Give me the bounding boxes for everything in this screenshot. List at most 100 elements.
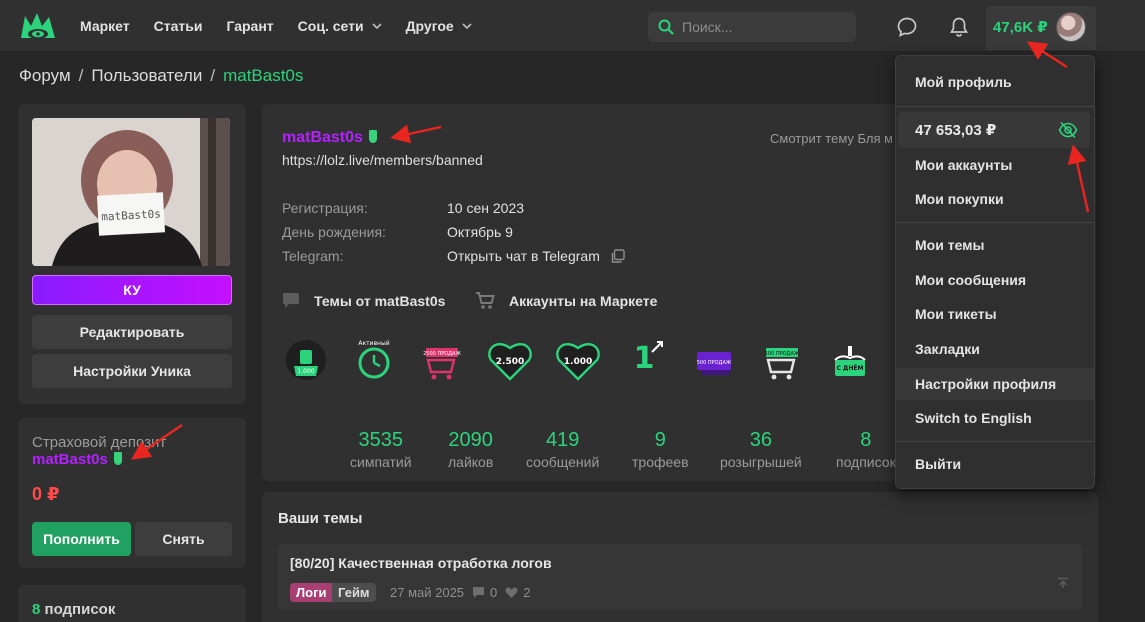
sympathy-2500-trophy[interactable]: 2.500 bbox=[486, 336, 534, 384]
trophy-text: 500 ПРОДАЖ bbox=[697, 360, 732, 366]
menu-item-logout[interactable]: Выйти bbox=[896, 448, 1094, 480]
user-topics-link-text: Темы от matBast0s bbox=[314, 292, 446, 309]
menu-item-my-purchases[interactable]: Мои покупки bbox=[896, 183, 1094, 215]
nav-item-label: Соц. сети bbox=[297, 18, 364, 34]
menu-item-my-tickets[interactable]: Мои тикеты bbox=[896, 298, 1094, 330]
main-nav: Маркет Статьи Гарант Соц. сети Другое bbox=[80, 0, 496, 52]
stat-label: розыгрышей bbox=[720, 454, 802, 470]
logo-icon[interactable] bbox=[20, 12, 56, 42]
withdraw-button[interactable]: Снять bbox=[135, 522, 232, 556]
list-item[interactable]: [80/20] Качественная отработка логов Лог… bbox=[278, 544, 1082, 610]
stat-likes[interactable]: 2090 лайков bbox=[448, 429, 493, 470]
nav-item-guarantee[interactable]: Гарант bbox=[226, 18, 273, 34]
sympathy-1000-trophy[interactable]: 1.000 bbox=[554, 336, 602, 384]
menu-item-profile-settings[interactable]: Настройки профиля bbox=[896, 368, 1094, 400]
nav-item-market[interactable]: Маркет bbox=[80, 18, 130, 34]
subscriptions-card: 8 подписок bbox=[18, 585, 246, 622]
copy-icon[interactable] bbox=[610, 248, 625, 264]
active-trophy[interactable]: Активный bbox=[350, 336, 398, 384]
search-box[interactable] bbox=[648, 12, 856, 42]
menu-item-label: Мои темы bbox=[915, 237, 985, 253]
breadcrumb-separator: / bbox=[78, 66, 84, 85]
menu-divider bbox=[896, 106, 1094, 107]
stat-value: 3535 bbox=[358, 429, 404, 451]
stat-value: 36 bbox=[749, 429, 772, 451]
menu-item-my-messages[interactable]: Мои сообщения bbox=[896, 264, 1094, 296]
market-accounts-link[interactable]: Аккаунты на Маркете bbox=[475, 292, 657, 310]
menu-item-switch-language[interactable]: Switch to English bbox=[896, 402, 1094, 434]
trophy-text: 1.000 bbox=[564, 357, 592, 367]
account-menu-trigger[interactable]: 47,6K ₽ bbox=[986, 6, 1096, 50]
nav-item-label: Маркет bbox=[80, 18, 130, 34]
menu-divider bbox=[896, 222, 1094, 223]
trophy-text: С ДНЁМ bbox=[837, 365, 864, 372]
profile-username[interactable]: matBast0s bbox=[282, 129, 377, 147]
menu-item-label: Switch to English bbox=[915, 410, 1032, 426]
menu-item-my-profile[interactable]: Мой профиль bbox=[896, 66, 1094, 98]
menu-item-label: Мой профиль bbox=[915, 74, 1012, 90]
trophy-text: Активный bbox=[358, 340, 389, 347]
chevron-down-icon bbox=[372, 23, 382, 30]
stat-value: 8 bbox=[860, 429, 872, 451]
menu-item-my-topics[interactable]: Мои темы bbox=[896, 229, 1094, 261]
nav-item-other[interactable]: Другое bbox=[406, 18, 472, 34]
menu-balance[interactable]: 47 653,03 ₽ bbox=[898, 112, 1090, 148]
topic-date: 27 май 2025 bbox=[390, 585, 465, 600]
stat-messages[interactable]: 419 сообщений bbox=[526, 429, 599, 470]
chat-icon[interactable] bbox=[896, 16, 918, 38]
topup-button[interactable]: Пополнить bbox=[32, 522, 131, 556]
stat-label: подписок bbox=[836, 454, 896, 470]
speech-bubble-icon bbox=[283, 293, 299, 308]
account-dropdown-menu: Мой профиль 47 653,03 ₽ Мои аккаунты Мои… bbox=[895, 55, 1095, 489]
user-topics-link[interactable]: Темы от matBast0s bbox=[282, 292, 445, 309]
stat-value: 419 bbox=[545, 429, 580, 451]
nav-item-social[interactable]: Соц. сети bbox=[298, 18, 382, 34]
breadcrumb-item-users[interactable]: Пользователи bbox=[91, 66, 202, 85]
topic-tag[interactable]: Гейм bbox=[332, 583, 376, 602]
sales-100-trophy[interactable]: 100 ПРОДАЖ bbox=[758, 336, 806, 384]
birthday-trophy[interactable]: С ДНЁМ bbox=[826, 336, 874, 384]
profile-link[interactable]: https://lolz.live/members/banned bbox=[282, 152, 483, 168]
avatar bbox=[1056, 12, 1086, 42]
menu-item-label: Закладки bbox=[915, 341, 980, 357]
telegram-link[interactable]: Открыть чат в Telegram bbox=[447, 248, 625, 264]
topic-tag[interactable]: Логи bbox=[290, 583, 333, 602]
top-navigation-bar: Маркет Статьи Гарант Соц. сети Другое 47… bbox=[0, 0, 1145, 52]
profile-photo-image: matBast0s bbox=[32, 118, 230, 266]
topic-title[interactable]: [80/20] Качественная отработка логов bbox=[290, 555, 552, 571]
info-label-telegram: Telegram: bbox=[282, 248, 344, 264]
ku-button[interactable]: КУ bbox=[32, 275, 232, 305]
unique-settings-button[interactable]: Настройки Уника bbox=[32, 354, 232, 388]
search-input[interactable] bbox=[682, 19, 842, 35]
subscriptions-count[interactable]: 8 подписок bbox=[32, 601, 115, 618]
pin-icon[interactable] bbox=[1057, 577, 1069, 589]
nav-item-label: Гарант bbox=[226, 18, 274, 34]
breadcrumb-current: matBast0s bbox=[223, 66, 304, 85]
shield-icon bbox=[368, 130, 377, 143]
menu-item-my-accounts[interactable]: Мои аккаунты bbox=[896, 149, 1094, 181]
nav-item-articles[interactable]: Статьи bbox=[154, 18, 203, 34]
reply-icon bbox=[473, 587, 485, 598]
stat-trophies[interactable]: 9 трофеев bbox=[632, 429, 689, 470]
breadcrumb: Форум / Пользователи / matBast0s bbox=[19, 66, 303, 86]
menu-item-label: Мои тикеты bbox=[915, 306, 997, 322]
stat-subscriptions[interactable]: 8 подписок bbox=[836, 429, 896, 470]
heart-icon bbox=[505, 587, 518, 598]
sales-2500-trophy[interactable]: 2500 ПРОДАЖ bbox=[418, 336, 466, 384]
stat-sympathy[interactable]: 3535 симпатий bbox=[350, 429, 412, 470]
shield-icon bbox=[113, 452, 122, 465]
year-on-forum-trophy[interactable]: 1 bbox=[622, 336, 670, 384]
stat-giveaways[interactable]: 36 розыгрышей bbox=[720, 429, 802, 470]
menu-item-bookmarks[interactable]: Закладки bbox=[896, 333, 1094, 365]
chevron-down-icon bbox=[462, 23, 472, 30]
profile-photo: matBast0s bbox=[32, 118, 230, 266]
breadcrumb-item-forum[interactable]: Форум bbox=[19, 66, 71, 85]
bell-icon[interactable] bbox=[948, 16, 970, 38]
deposit-title: Страховой депозит bbox=[32, 434, 167, 451]
eye-off-icon[interactable] bbox=[1058, 120, 1078, 140]
trophy-text: 1 bbox=[634, 341, 655, 376]
sales-500-trophy[interactable]: 500 ПРОДАЖ bbox=[690, 336, 738, 384]
deposit-username[interactable]: matBast0s bbox=[32, 451, 122, 468]
edit-profile-button[interactable]: Редактировать bbox=[32, 315, 232, 349]
likes-1000-trophy[interactable]: 1.000 bbox=[282, 336, 330, 384]
